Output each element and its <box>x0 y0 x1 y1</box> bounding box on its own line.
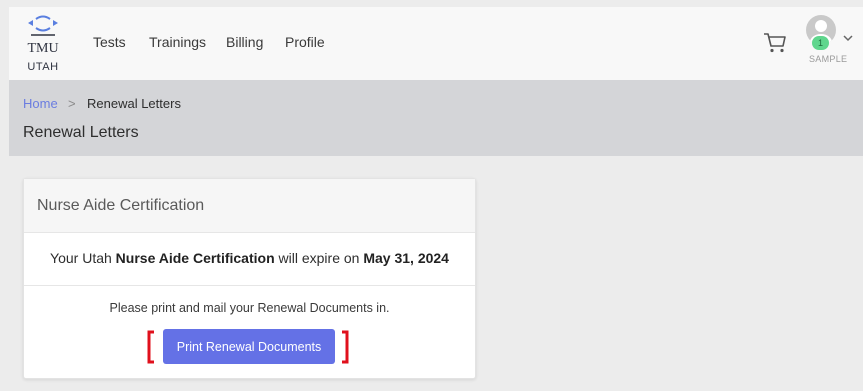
print-renewal-documents-button[interactable]: Print Renewal Documents <box>163 329 335 364</box>
page-title: Renewal Letters <box>23 124 139 141</box>
expire-date: May 31, 2024 <box>363 250 449 266</box>
expire-certification-name: Nurse Aide Certification <box>115 250 275 266</box>
card-title: Nurse Aide Certification <box>37 197 205 214</box>
breadcrumb-separator: > <box>68 96 76 111</box>
logo-state: UTAH <box>27 61 59 73</box>
highlight-bracket-left <box>146 330 156 369</box>
highlight-bracket-right <box>340 330 350 369</box>
cart-icon[interactable] <box>763 32 787 59</box>
logo-emblem-icon <box>28 15 58 36</box>
breadcrumb-current: Renewal Letters <box>87 96 181 111</box>
certification-card: Nurse Aide Certification Your Utah Nurse… <box>23 178 476 379</box>
user-label: SAMPLE <box>809 54 848 64</box>
mail-instruction: Please print and mail your Renewal Docum… <box>109 301 390 315</box>
top-navigation-bar: TMU UTAH Tests Trainings Billing Profile… <box>9 7 863 80</box>
nav-billing[interactable]: Billing <box>226 34 263 50</box>
expiration-notice: Your Utah Nurse Aide Certification will … <box>24 232 475 286</box>
avatar-head <box>815 20 827 32</box>
page-header: Home > Renewal Letters Renewal Letters <box>9 80 863 156</box>
card-header: Nurse Aide Certification <box>24 179 475 233</box>
expire-prefix: Your Utah <box>50 250 116 266</box>
chevron-down-icon[interactable] <box>843 29 853 47</box>
nav-tests[interactable]: Tests <box>93 34 126 50</box>
expire-middle: will expire on <box>274 250 364 266</box>
notification-badge: 1 <box>812 36 829 50</box>
nav-trainings[interactable]: Trainings <box>149 34 206 50</box>
brand-logo[interactable]: TMU UTAH <box>23 15 63 75</box>
breadcrumb-home-link[interactable]: Home <box>23 96 58 111</box>
logo-text: TMU <box>27 41 59 56</box>
nav-profile[interactable]: Profile <box>285 34 325 50</box>
